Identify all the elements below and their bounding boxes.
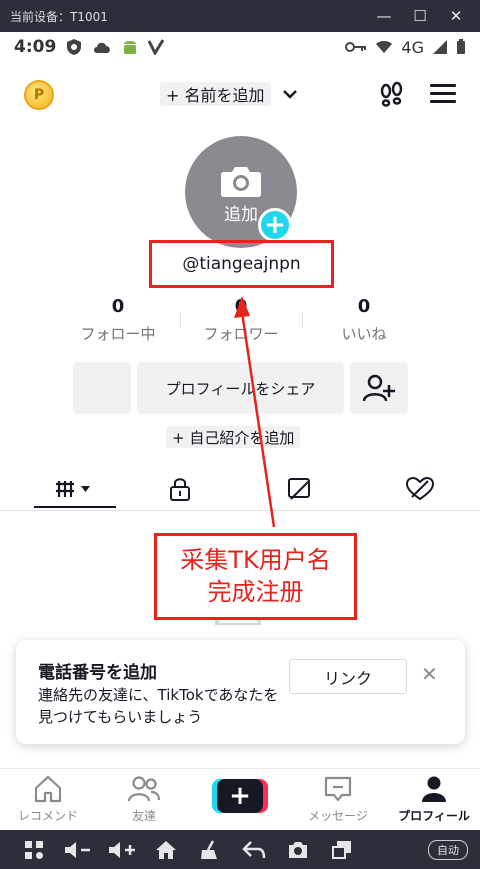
nav-label-friends: 友達 bbox=[131, 809, 156, 823]
emulator-toolbar: 自动 bbox=[0, 830, 480, 869]
emu-auto-button[interactable]: 自动 bbox=[428, 839, 468, 860]
create-button[interactable]: + bbox=[212, 779, 268, 813]
emu-back-button[interactable] bbox=[232, 840, 276, 860]
emu-screenshot-button[interactable] bbox=[276, 840, 320, 860]
friends-icon bbox=[127, 776, 161, 802]
link-button[interactable]: リンク bbox=[289, 659, 407, 694]
emu-volume-up-button[interactable] bbox=[100, 840, 144, 860]
annotation-line-2: 完成注册 bbox=[207, 577, 304, 606]
volume-down-icon bbox=[65, 841, 90, 858]
create-plus-icon: + bbox=[217, 779, 263, 813]
message-icon bbox=[324, 776, 352, 802]
emu-multiwindow-button[interactable] bbox=[320, 840, 364, 860]
emu-clean-button[interactable] bbox=[188, 839, 232, 860]
nav-label-messages: メッセージ bbox=[308, 809, 368, 823]
nav-item-friends[interactable]: 友達 bbox=[96, 775, 192, 824]
add-phone-card: 電話番号を追加 連絡先の友達に、TikTokであなたを見つけてもらいましょう リ… bbox=[16, 640, 465, 744]
nav-label-home: レコメンド bbox=[17, 809, 78, 823]
volume-up-icon bbox=[109, 841, 135, 858]
home-icon bbox=[156, 840, 176, 859]
home-icon bbox=[34, 775, 62, 803]
add-phone-title: 電話番号を追加 bbox=[38, 663, 157, 683]
nav-item-profile[interactable]: プロフィール bbox=[386, 775, 480, 824]
emu-volume-down-button[interactable] bbox=[56, 840, 100, 860]
grid-apps-icon bbox=[25, 840, 43, 859]
profile-icon bbox=[422, 776, 446, 802]
nav-item-home[interactable]: レコメンド bbox=[0, 775, 96, 824]
emu-apps-button[interactable] bbox=[12, 840, 56, 860]
camera-icon bbox=[289, 841, 307, 858]
broom-icon bbox=[201, 839, 217, 859]
back-arrow-icon bbox=[242, 840, 266, 858]
multi-window-icon bbox=[332, 840, 351, 859]
add-phone-body: 連絡先の友達に、TikTokであなたを見つけてもらいましょう bbox=[38, 686, 279, 726]
emu-home-button[interactable] bbox=[144, 840, 188, 860]
annotation-callout: 采集TK用户名 完成注册 bbox=[154, 533, 357, 620]
annotation-line-1: 采集TK用户名 bbox=[180, 546, 331, 575]
nav-label-profile: プロフィール bbox=[398, 809, 470, 823]
nav-item-messages[interactable]: メッセージ bbox=[290, 775, 386, 824]
bottom-nav: レコメンド 友達 + メッセージ プロフィール bbox=[0, 768, 480, 830]
close-icon[interactable]: ✕ bbox=[421, 662, 438, 686]
